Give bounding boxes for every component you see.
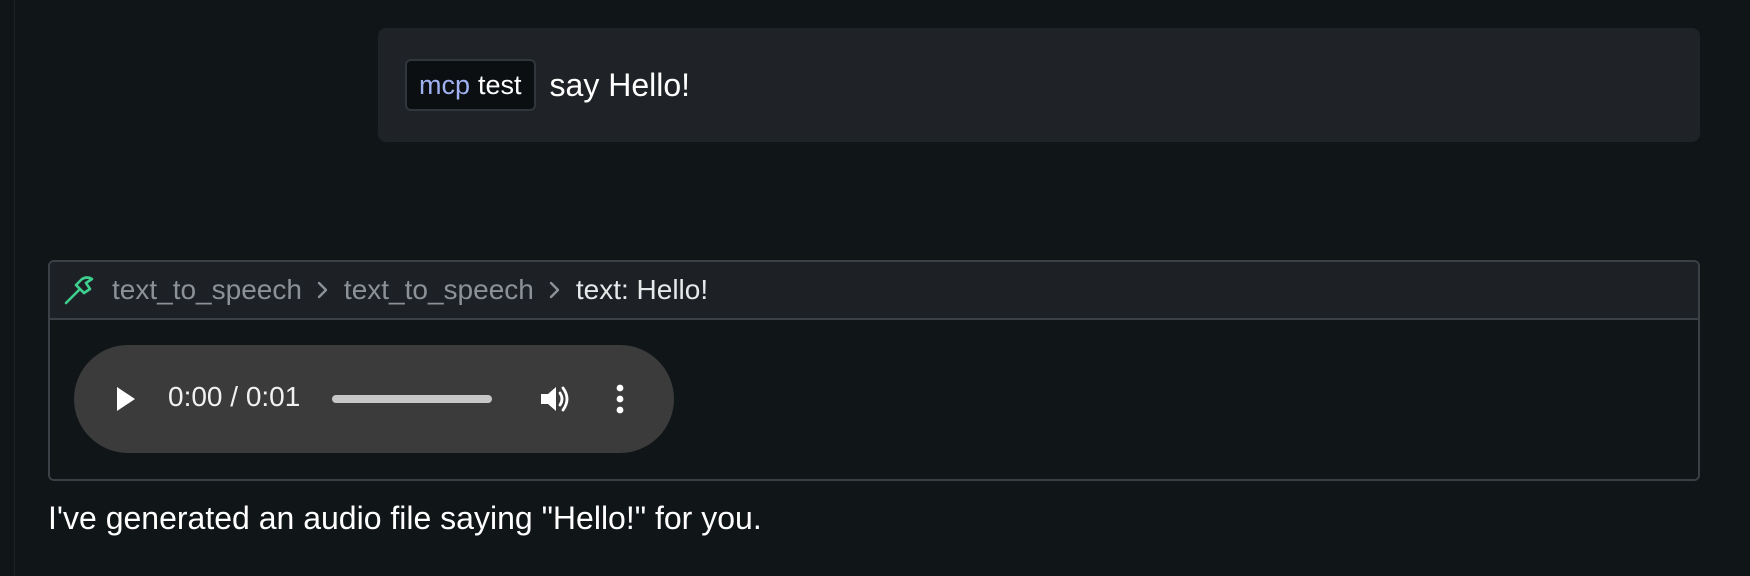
more-options-icon[interactable] [615,383,625,415]
hammer-icon [62,273,96,307]
chip-name-label: test [478,69,522,100]
chevron-right-icon [314,276,332,304]
user-message-text: say Hello! [549,66,691,103]
tool-call-header[interactable]: text_to_speech text_to_speech text: Hell… [50,262,1698,320]
volume-icon[interactable] [539,383,573,415]
chevron-right-icon [546,276,564,304]
tool-call-card: text_to_speech text_to_speech text: Hell… [48,260,1700,481]
audio-seek-slider[interactable] [332,395,492,403]
audio-player[interactable]: 0:00 / 0:01 [74,345,674,453]
breadcrumb-tool-server: text_to_speech [112,274,302,305]
assistant-reply-text: I've generated an audio file saying "Hel… [48,500,762,536]
tool-call-body: 0:00 / 0:01 [50,320,1698,479]
user-message-bubble: mcp test say Hello! [378,28,1700,142]
conversation-left-border [14,0,15,576]
mcp-server-chip[interactable]: mcp test [405,59,536,111]
audio-time-display: 0:00 / 0:01 [168,381,301,412]
breadcrumb-tool-args: text: Hello! [575,274,709,305]
play-icon[interactable] [115,385,137,413]
breadcrumb-tool-name: text_to_speech [343,274,534,305]
chip-kind-label: mcp [419,69,471,100]
